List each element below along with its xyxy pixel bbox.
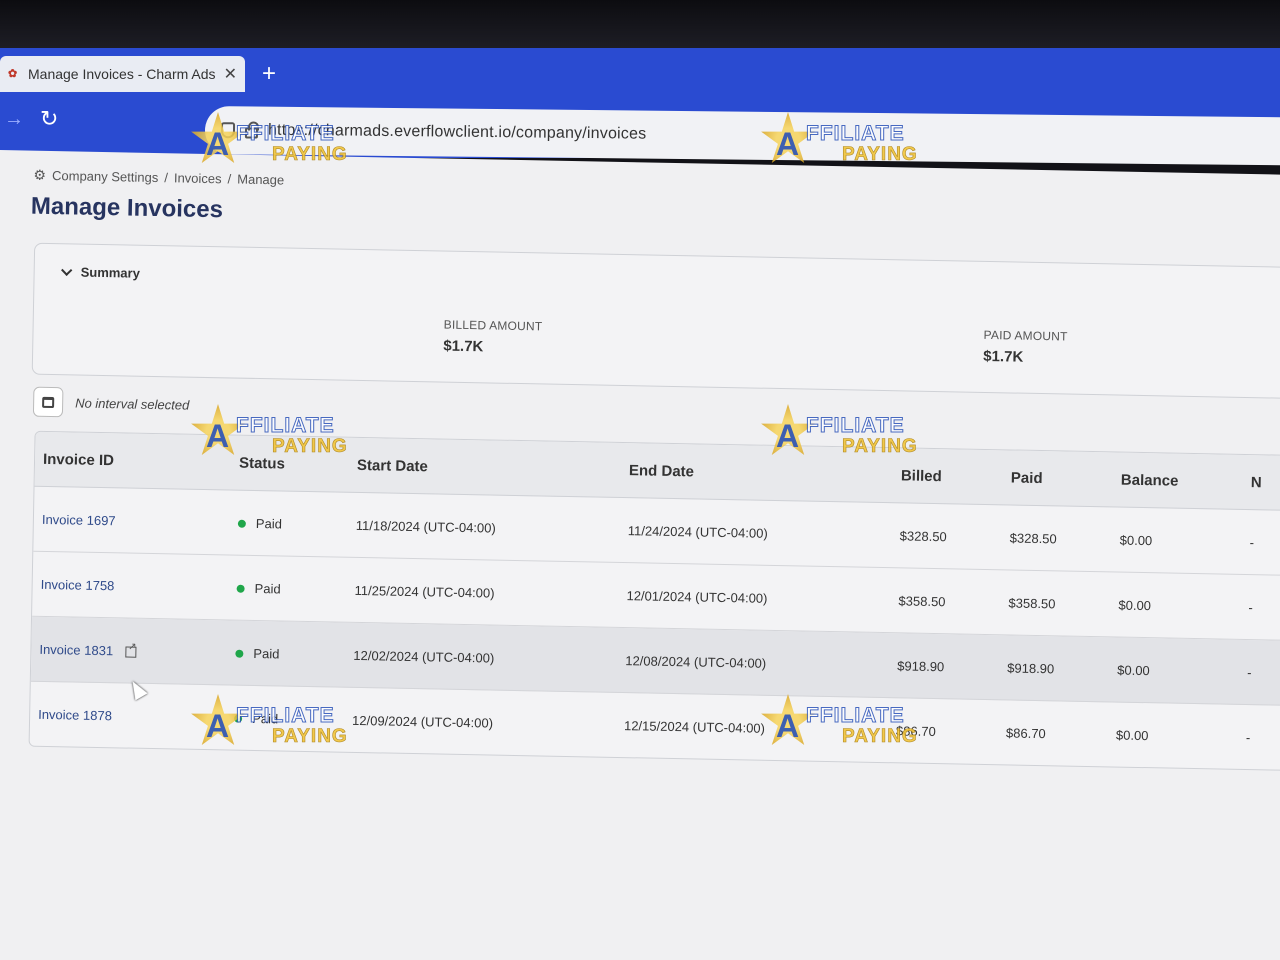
monitor-bezel: [0, 0, 1280, 50]
breadcrumb-invoices[interactable]: Invoices: [174, 170, 222, 186]
extra-value: -: [1245, 729, 1251, 745]
billed-value: $86.70: [895, 722, 936, 739]
header-start-date[interactable]: Start Date: [349, 456, 621, 478]
balance-value: $0.00: [1117, 662, 1150, 678]
tab-close-icon[interactable]: ✕: [224, 64, 237, 84]
page-content: ⚙ Company Settings / Invoices / Manage M…: [0, 150, 1280, 960]
reload-icon[interactable]: ↻: [40, 106, 58, 132]
invoices-table: Invoice ID Status Start Date End Date Bi…: [28, 430, 1280, 771]
shield-icon[interactable]: [220, 122, 236, 139]
header-status[interactable]: Status: [231, 454, 349, 473]
status-dot: [236, 584, 245, 593]
page-title: Manage Invoices: [30, 192, 224, 224]
screen: ✿ Manage Invoices - Charm Ads ✕ + → ↻ ht…: [0, 0, 1280, 960]
gear-icon: ⚙: [33, 166, 47, 183]
status-dot: [237, 519, 246, 528]
header-end-date[interactable]: End Date: [621, 461, 893, 483]
invoice-link[interactable]: Invoice 1878: [38, 706, 112, 722]
header-paid[interactable]: Paid: [1003, 469, 1113, 488]
summary-label: Summary: [80, 264, 141, 281]
calendar-icon: [42, 396, 55, 408]
paid-amount-label: PAID AMOUNT: [983, 327, 1068, 344]
billed-value: $918.90: [897, 657, 945, 674]
start-date: 12/09/2024 (UTC-04:00): [351, 712, 494, 731]
breadcrumb-separator: /: [164, 170, 169, 186]
header-balance[interactable]: Balance: [1113, 471, 1243, 490]
new-tab-button[interactable]: +: [262, 60, 276, 88]
paid-value: $918.90: [1007, 659, 1055, 676]
status-badge: Paid: [251, 710, 279, 726]
invoice-link[interactable]: Invoice 1831: [39, 641, 113, 657]
status-badge: Paid: [253, 645, 280, 661]
extra-value: -: [1249, 534, 1255, 550]
header-billed[interactable]: Billed: [893, 467, 1003, 486]
billed-amount-metric: BILLED AMOUNT $1.7K: [443, 318, 542, 357]
paid-value: $328.50: [1009, 529, 1057, 546]
calendar-button[interactable]: [32, 386, 64, 418]
status-badge: Paid: [254, 580, 281, 596]
paid-value: $86.70: [1005, 724, 1046, 741]
paid-amount-metric: PAID AMOUNT $1.7K: [983, 328, 1068, 367]
end-date: 11/24/2024 (UTC-04:00): [627, 522, 768, 541]
breadcrumb: ⚙ Company Settings / Invoices / Manage: [33, 167, 284, 189]
header-invoice-id[interactable]: Invoice ID: [35, 450, 231, 471]
status-dot: [234, 714, 243, 723]
start-date: 11/18/2024 (UTC-04:00): [355, 517, 496, 536]
start-date: 12/02/2024 (UTC-04:00): [353, 647, 495, 666]
lock-icon[interactable]: [244, 127, 259, 139]
forward-arrow-icon[interactable]: →: [4, 108, 24, 131]
extra-value: -: [1248, 599, 1253, 615]
billed-amount-label: BILLED AMOUNT: [443, 317, 543, 334]
extra-value: -: [1247, 664, 1252, 680]
end-date: 12/15/2024 (UTC-04:00): [623, 717, 766, 736]
billed-value: $358.50: [898, 592, 946, 609]
external-link-icon[interactable]: [125, 646, 137, 658]
tab-title: Manage Invoices - Charm Ads: [28, 66, 216, 82]
url-text[interactable]: https://charmads.everflowclient.io/compa…: [268, 122, 647, 144]
end-date: 12/01/2024 (UTC-04:00): [626, 587, 768, 606]
breadcrumb-separator: /: [227, 171, 232, 187]
billed-value: $328.50: [899, 527, 947, 544]
start-date: 11/25/2024 (UTC-04:00): [354, 582, 495, 601]
summary-toggle[interactable]: Summary: [61, 264, 141, 281]
breadcrumb-manage: Manage: [237, 171, 285, 188]
billed-amount-value: $1.7K: [443, 337, 484, 356]
header-truncated[interactable]: N: [1243, 473, 1280, 491]
browser-tab[interactable]: ✿ Manage Invoices - Charm Ads ✕: [0, 56, 245, 92]
balance-value: $0.00: [1118, 597, 1152, 613]
paid-value: $358.50: [1008, 594, 1056, 611]
end-date: 12/08/2024 (UTC-04:00): [625, 652, 767, 671]
breadcrumb-company-settings[interactable]: Company Settings: [52, 168, 159, 185]
status-dot: [235, 649, 244, 658]
browser-chrome: ✿ Manage Invoices - Charm Ads ✕ + → ↻ ht…: [0, 48, 1280, 166]
status-badge: Paid: [255, 515, 283, 531]
interval-text: No interval selected: [75, 394, 190, 413]
invoice-link[interactable]: Invoice 1758: [41, 576, 115, 592]
favicon-icon: ✿: [8, 68, 18, 80]
interval-filter: No interval selected: [32, 386, 190, 420]
summary-card: Summary BILLED AMOUNT $1.7K PAID AMOUNT …: [31, 242, 1280, 399]
invoice-link[interactable]: Invoice 1697: [42, 511, 116, 527]
paid-amount-value: $1.7K: [983, 347, 1024, 366]
balance-value: $0.00: [1119, 532, 1153, 548]
balance-value: $0.00: [1115, 727, 1149, 743]
chevron-down-icon: [61, 264, 73, 276]
